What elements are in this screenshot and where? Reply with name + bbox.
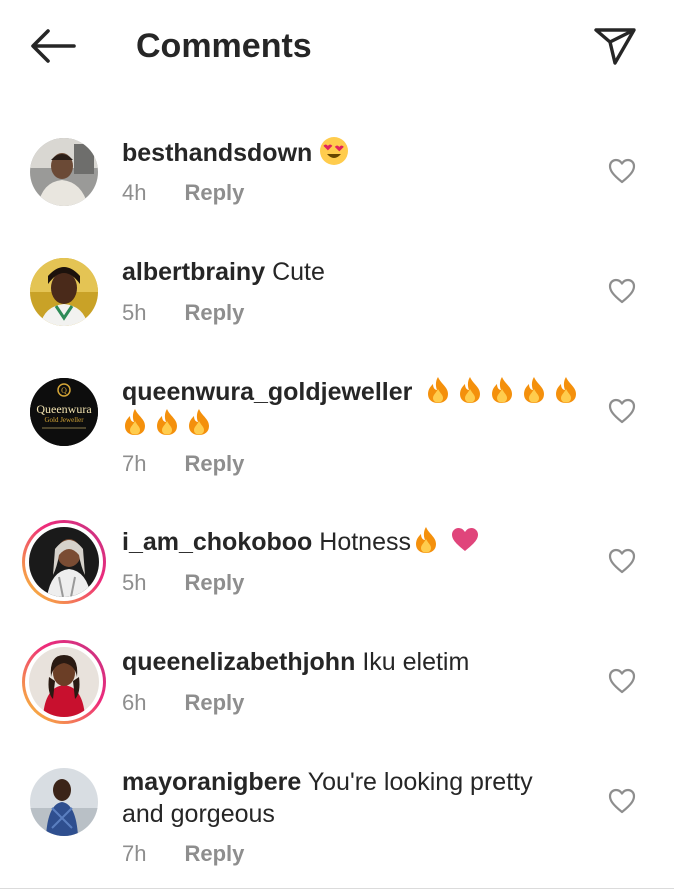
comment-content: You're looking pretty: [307, 768, 533, 796]
comment-text: queenwura_goldjeweller: [122, 376, 592, 440]
timestamp: 4h: [122, 180, 147, 205]
avatar: [29, 527, 99, 597]
fire-emoji-icon: [524, 377, 545, 403]
comment-text: albertbrainy Cute: [122, 256, 592, 288]
fire-emoji-icon: [189, 409, 209, 435]
timestamp: 6h: [122, 690, 147, 715]
reply-button[interactable]: Reply: [184, 180, 244, 206]
avatar-brand-text: Queenwura: [36, 402, 92, 416]
fire-emoji-icon: [492, 377, 513, 403]
heart-emoji-icon: [452, 528, 478, 551]
username[interactable]: queenelizabethjohn: [122, 648, 355, 676]
timestamp: 7h: [122, 841, 147, 866]
comment-meta: 5h Reply: [122, 570, 244, 596]
username[interactable]: queenwura_goldjeweller: [122, 378, 412, 406]
share-button[interactable]: [592, 26, 638, 66]
avatar-sub-text: Gold Jeweller: [44, 416, 84, 424]
comment-meta: 7h Reply: [122, 841, 244, 867]
fire-emoji-icon: [416, 527, 436, 553]
arrow-left-icon: [31, 29, 76, 63]
comment-content-continued: and gorgeous: [122, 800, 275, 828]
heart-outline-icon[interactable]: [608, 278, 636, 304]
comment-content: Hotness: [319, 528, 411, 556]
svg-text:Q: Q: [61, 386, 67, 395]
send-icon: [594, 28, 636, 65]
comment-meta: 7h Reply: [122, 451, 244, 477]
username[interactable]: albertbrainy: [122, 258, 265, 286]
avatar[interactable]: [30, 258, 98, 326]
avatar: [29, 647, 99, 717]
fire-emoji-icon: [460, 377, 481, 403]
avatar[interactable]: [30, 138, 98, 206]
comment-text: i_am_chokoboo Hotness: [122, 526, 592, 558]
fire-emoji-icon: [125, 409, 145, 435]
avatar[interactable]: Q Queenwura Gold Jeweller: [30, 378, 98, 446]
avatar-story-ring[interactable]: [22, 520, 106, 604]
fire-emoji-icon: [157, 409, 177, 435]
comment-content: Iku eletim: [362, 648, 470, 676]
heart-outline-icon[interactable]: [608, 398, 636, 424]
comment-meta: 4h Reply: [122, 180, 244, 206]
reply-button[interactable]: Reply: [184, 451, 244, 477]
header: Comments: [0, 0, 674, 96]
reply-button[interactable]: Reply: [184, 841, 244, 867]
username[interactable]: i_am_chokoboo: [122, 528, 312, 556]
avatar-story-ring[interactable]: [22, 640, 106, 724]
comment-text: mayoranigbere You're looking pretty and …: [122, 766, 592, 830]
heart-outline-icon[interactable]: [608, 158, 636, 184]
timestamp: 5h: [122, 570, 147, 595]
timestamp: 7h: [122, 451, 147, 476]
reply-button[interactable]: Reply: [184, 300, 244, 326]
fire-emoji-icon: [428, 377, 449, 403]
divider: [0, 888, 674, 889]
reply-button[interactable]: Reply: [184, 690, 244, 716]
comment-text: besthandsdown: [122, 136, 592, 169]
username[interactable]: besthandsdown: [122, 139, 312, 167]
avatar[interactable]: [30, 768, 98, 836]
heart-eyes-emoji-icon: [320, 137, 349, 165]
fire-emoji-icon: [556, 377, 577, 403]
heart-outline-icon[interactable]: [608, 548, 636, 574]
back-button[interactable]: [28, 26, 78, 66]
page-title: Comments: [136, 27, 312, 65]
comment-text: queenelizabethjohn Iku eletim: [122, 646, 592, 678]
username[interactable]: mayoranigbere: [122, 768, 301, 796]
reply-button[interactable]: Reply: [184, 570, 244, 596]
comment-content: Cute: [272, 258, 325, 286]
heart-outline-icon[interactable]: [608, 788, 636, 814]
heart-outline-icon[interactable]: [608, 668, 636, 694]
comment-meta: 5h Reply: [122, 300, 244, 326]
comment-meta: 6h Reply: [122, 690, 244, 716]
timestamp: 5h: [122, 300, 147, 325]
